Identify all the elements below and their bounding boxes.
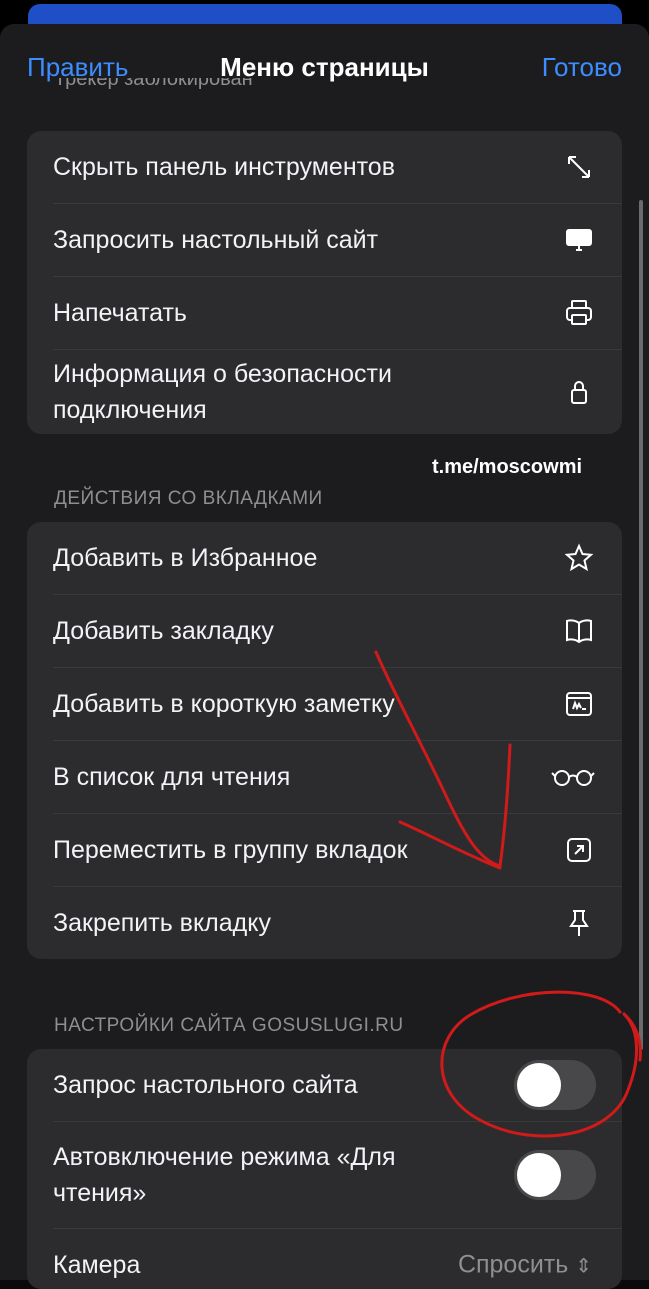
add-quick-note-label: Добавить в короткую заметку <box>53 690 395 718</box>
watermark-text: t.me/moscowmi <box>432 456 583 478</box>
desktop-request-setting-row: Запрос настольного сайта <box>53 1049 622 1122</box>
resize-diagonal-icon <box>562 150 596 184</box>
add-bookmark-label: Добавить закладку <box>53 617 274 645</box>
print-item[interactable]: Напечатать <box>53 277 622 350</box>
desktop-icon <box>562 223 596 257</box>
printer-icon <box>562 296 596 330</box>
move-to-group-icon <box>562 833 596 867</box>
book-icon <box>562 614 596 648</box>
security-info-item[interactable]: Информация о безопасности подключения <box>53 350 622 434</box>
move-to-tab-group-item[interactable]: Переместить в группу вкладок <box>53 814 622 887</box>
move-to-tab-group-label: Переместить в группу вкладок <box>53 836 408 864</box>
camera-setting-row[interactable]: Камера Спросить ⇕ <box>53 1229 622 1289</box>
done-button[interactable]: Готово <box>542 52 622 83</box>
page-actions-group: Скрыть панель инструментов Запросить нас… <box>27 131 622 434</box>
print-label: Напечатать <box>53 299 187 327</box>
site-settings-header: НАСТРОЙКИ САЙТА GOSUSLUGI.RU <box>54 1015 404 1036</box>
chevron-updown-icon: ⇕ <box>575 1255 592 1278</box>
desktop-request-setting-label: Запрос настольного сайта <box>53 1071 358 1099</box>
pin-tab-label: Закрепить вкладку <box>53 909 271 937</box>
quick-note-icon <box>562 687 596 721</box>
lock-icon <box>562 375 596 409</box>
security-info-label: Информация о безопасности подключения <box>53 360 392 424</box>
toggle-knob <box>517 1063 561 1107</box>
site-settings-group: Запрос настольного сайта Автовключение р… <box>27 1049 622 1289</box>
pin-icon <box>562 906 596 940</box>
add-to-favorites-label: Добавить в Избранное <box>53 544 318 572</box>
add-bookmark-item[interactable]: Добавить закладку <box>53 595 622 668</box>
reader-auto-setting-row: Автовключение режима «Для чтения» <box>53 1122 622 1229</box>
request-desktop-item[interactable]: Запросить настольный сайт <box>53 204 622 277</box>
request-desktop-label: Запросить настольный сайт <box>53 226 379 254</box>
add-quick-note-item[interactable]: Добавить в короткую заметку <box>53 668 622 741</box>
reader-auto-setting-label: Автовключение режима «Для чтения» <box>53 1143 396 1207</box>
hide-toolbar-item[interactable]: Скрыть панель инструментов <box>53 131 622 204</box>
toggle-knob <box>517 1153 561 1197</box>
tab-actions-header: ДЕЙСТВИЯ СО ВКЛАДКАМИ <box>54 488 323 509</box>
camera-setting-value[interactable]: Спросить ⇕ <box>458 1251 592 1280</box>
hide-toolbar-label: Скрыть панель инструментов <box>53 153 395 181</box>
reading-list-item[interactable]: В список для чтения <box>53 741 622 814</box>
tab-actions-group: Добавить в Избранное Добавить закладку Д… <box>27 522 622 959</box>
scrolled-hidden-text: Трекер заблокирован <box>54 78 253 90</box>
reading-list-label: В список для чтения <box>53 763 291 791</box>
pin-tab-item[interactable]: Закрепить вкладку <box>53 887 622 959</box>
camera-setting-label: Камера <box>53 1251 141 1279</box>
reader-auto-toggle[interactable] <box>514 1150 596 1200</box>
glasses-icon <box>550 760 596 794</box>
scrollbar[interactable] <box>639 200 643 1050</box>
desktop-request-toggle[interactable] <box>514 1060 596 1110</box>
star-icon <box>562 541 596 575</box>
add-to-favorites-item[interactable]: Добавить в Избранное <box>53 522 622 595</box>
sheet-header: Править Меню страницы Готово <box>0 24 649 110</box>
